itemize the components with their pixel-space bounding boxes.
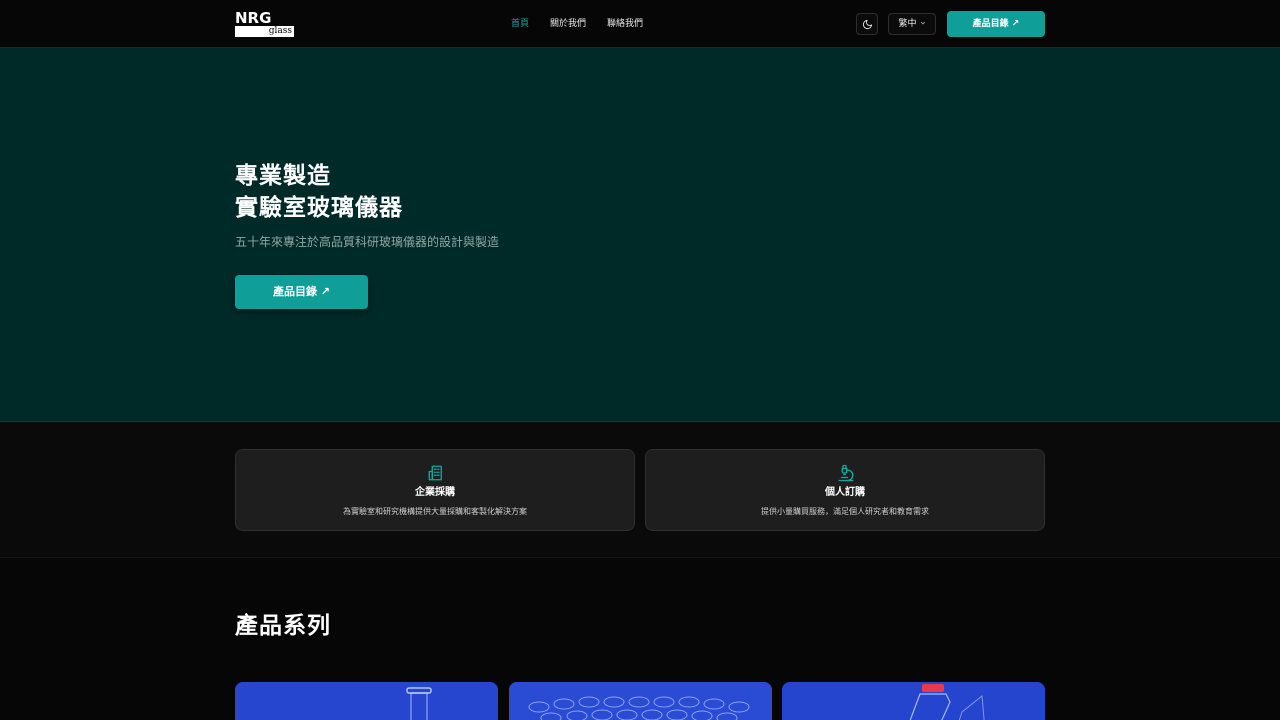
hero-title-line1: 專業製造: [235, 163, 331, 189]
card-enterprise[interactable]: 企業採購 為實驗室和研究機構提供大量採購和客製化解決方案: [235, 449, 635, 531]
main-nav: 首頁 關於我們 聯絡我們: [511, 17, 643, 31]
catalog-button-hero[interactable]: 產品目錄 ↗: [235, 275, 368, 309]
card-personal[interactable]: 個人訂購 提供小量購買服務，滿足個人研究者和教育需求: [645, 449, 1045, 531]
card-title: 企業採購: [415, 487, 455, 498]
site-header: NRG glass 首頁 關於我們 聯絡我們 繁中 產品目錄 ↗: [0, 0, 1280, 48]
theme-toggle-button[interactable]: [856, 13, 878, 35]
catalog-button-header[interactable]: 產品目錄 ↗: [947, 11, 1045, 37]
nav-item-home[interactable]: 首頁: [511, 17, 529, 31]
product-card[interactable]: [509, 682, 772, 720]
microscope-icon: [837, 464, 855, 482]
hero-section: 專業製造 實驗室玻璃儀器 五十年來專注於高品質科研玻璃儀器的設計與製造 產品目錄…: [0, 48, 1280, 422]
hero-title: 專業製造 實驗室玻璃儀器: [235, 160, 403, 224]
product-image: [235, 682, 498, 720]
card-title: 個人訂購: [825, 487, 865, 498]
building-icon: [427, 464, 445, 482]
moon-icon: [862, 15, 873, 34]
hero-subtitle: 五十年來專注於高品質科研玻璃儀器的設計與製造: [235, 235, 500, 249]
brand-logo[interactable]: NRG glass: [235, 11, 295, 37]
language-select[interactable]: 繁中: [888, 13, 936, 35]
hero-title-line2: 實驗室玻璃儀器: [235, 195, 403, 221]
purchase-options-section: 企業採購 為實驗室和研究機構提供大量採購和客製化解決方案 個人訂購 提供小量購買…: [0, 422, 1280, 558]
product-card[interactable]: [235, 682, 498, 720]
language-label: 繁中: [898, 19, 917, 29]
nav-item-contact[interactable]: 聯絡我們: [607, 17, 643, 31]
product-image: [509, 682, 772, 720]
nav-item-about[interactable]: 關於我們: [550, 17, 586, 31]
logo-text-bottom: glass: [235, 26, 294, 37]
product-card[interactable]: [782, 682, 1045, 720]
products-section-title: 產品系列: [235, 613, 331, 639]
card-description: 提供小量購買服務，滿足個人研究者和教育需求: [761, 507, 929, 516]
chevron-down-icon: [920, 14, 926, 34]
logo-text-top: NRG: [235, 9, 272, 27]
product-image: [782, 682, 1045, 720]
card-description: 為實驗室和研究機構提供大量採購和客製化解決方案: [343, 507, 527, 516]
